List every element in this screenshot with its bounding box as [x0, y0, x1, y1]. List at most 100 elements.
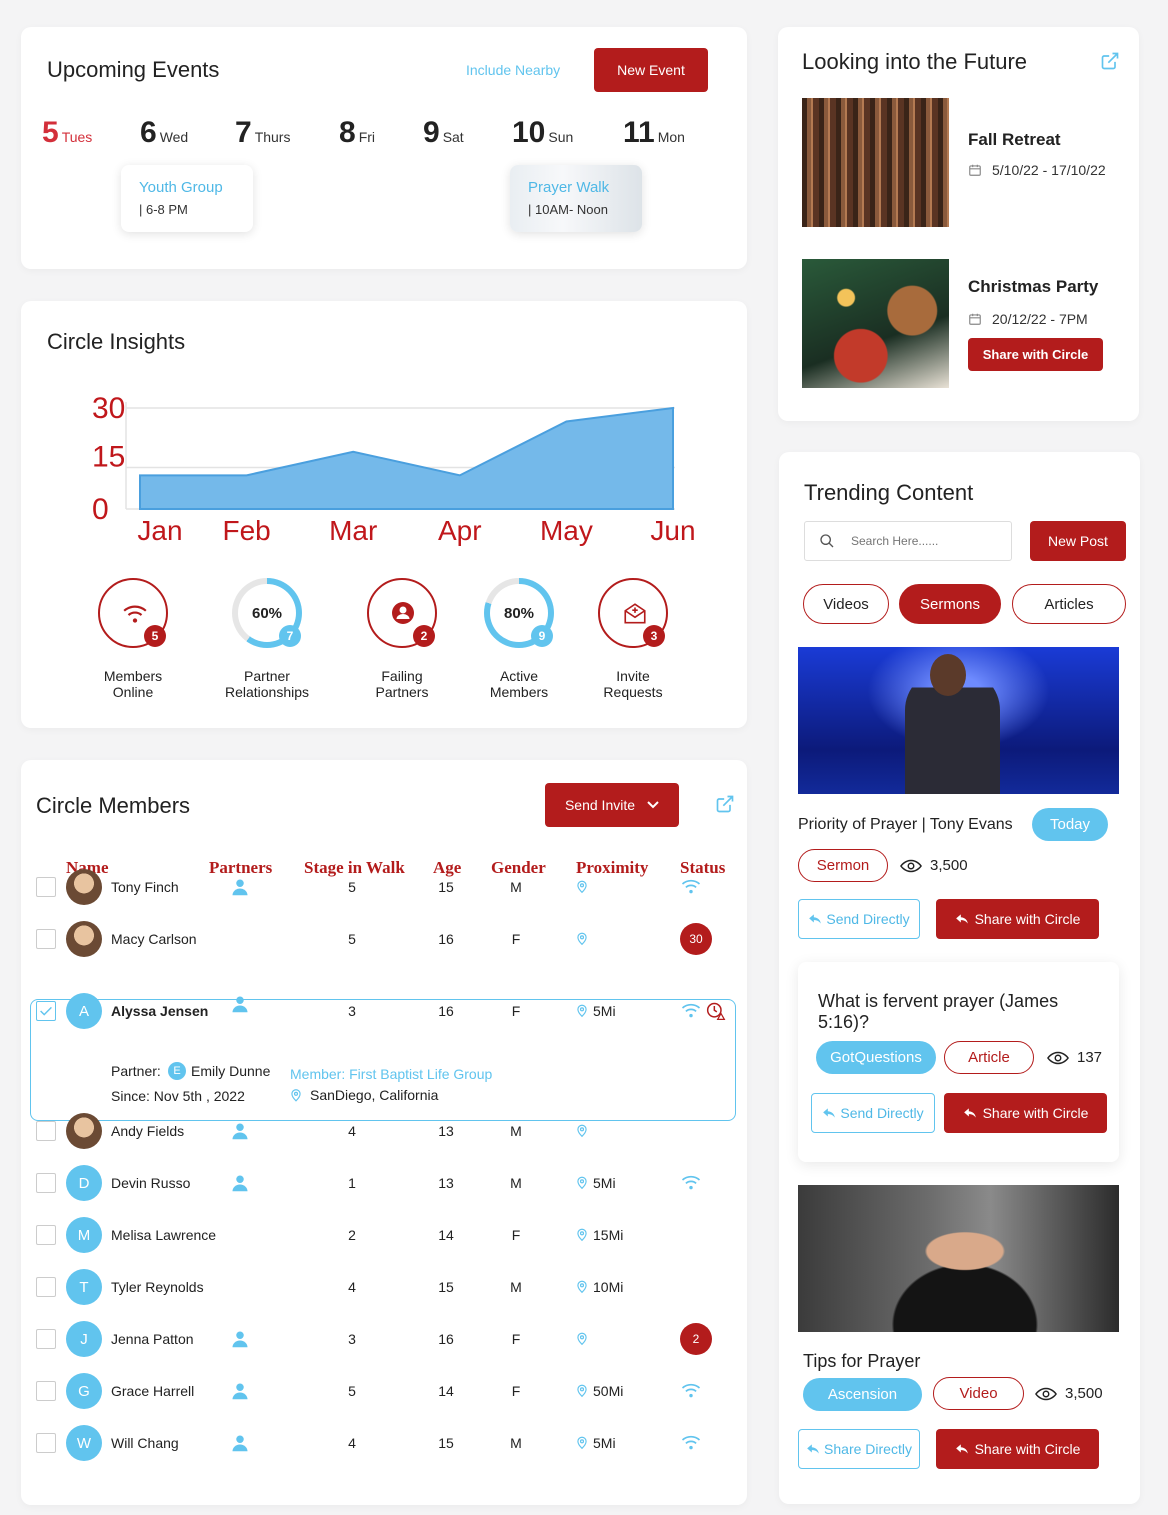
row-checkbox[interactable]	[36, 1277, 56, 1297]
christmas-share-button[interactable]: Share with Circle	[968, 338, 1103, 371]
member-row[interactable]: T Tyler Reynolds 4 15 M 10Mi	[22, 1261, 748, 1313]
event-prayer-walk[interactable]: Prayer Walk | 10AM- Noon	[510, 165, 642, 232]
status-count-badge[interactable]: 30	[680, 923, 712, 955]
fall-retreat-image[interactable]	[802, 98, 949, 227]
member-avatar[interactable]	[66, 869, 102, 905]
partner-indicator[interactable]	[231, 878, 249, 901]
trending-item-title[interactable]: What is fervent prayer (James 5:16)?	[818, 991, 1098, 1033]
trending-item-type[interactable]: Article	[944, 1041, 1034, 1074]
member-name[interactable]: Tyler Reynolds	[111, 1279, 204, 1295]
trending-item-title[interactable]: Priority of Prayer | Tony Evans	[798, 816, 1013, 834]
external-link-icon[interactable]	[1100, 51, 1120, 71]
member-avatar[interactable]: D	[66, 1165, 102, 1201]
row-checkbox[interactable]	[36, 877, 56, 897]
member-row[interactable]: W Will Chang 4 15 M 5Mi	[22, 1417, 748, 1469]
row-checkbox[interactable]	[36, 1433, 56, 1453]
member-row[interactable]: Andy Fields 4 13 M	[22, 1105, 748, 1157]
member-name[interactable]: Macy Carlson	[111, 931, 197, 947]
row-checkbox[interactable]	[36, 929, 56, 949]
event-youth-group[interactable]: Youth Group | 6-8 PM	[121, 165, 253, 232]
partner-indicator[interactable]	[231, 1174, 249, 1197]
row-checkbox[interactable]	[36, 1001, 56, 1021]
share-with-circle-button[interactable]: Share with Circle	[936, 899, 1099, 939]
member-name[interactable]: Andy Fields	[111, 1123, 184, 1139]
member-name[interactable]: Melisa Lawrence	[111, 1227, 216, 1243]
label-line: Partners	[375, 684, 429, 700]
filter-articles[interactable]: Articles	[1012, 584, 1126, 624]
row-checkbox[interactable]	[36, 1121, 56, 1141]
member-avatar[interactable]	[66, 921, 102, 957]
partner-indicator[interactable]	[231, 1122, 249, 1145]
christmas-party-title[interactable]: Christmas Party	[968, 277, 1098, 297]
member-row[interactable]: D Devin Russo 1 13 M 5Mi	[22, 1157, 748, 1209]
row-checkbox[interactable]	[36, 1381, 56, 1401]
status-alert[interactable]	[706, 1001, 726, 1026]
member-avatar[interactable]: J	[66, 1321, 102, 1357]
partner-name[interactable]: Emily Dunne	[191, 1063, 270, 1079]
row-checkbox[interactable]	[36, 1173, 56, 1193]
trending-item-type[interactable]: Sermon	[798, 849, 888, 882]
member-row[interactable]: A Alyssa Jensen 3 16 F 5Mi	[22, 985, 748, 1037]
day-10[interactable]: 10 Sun	[512, 116, 573, 150]
day-6[interactable]: 6 Wed	[140, 116, 188, 150]
christmas-party-image[interactable]	[802, 259, 949, 388]
day-9[interactable]: 9 Sat	[423, 116, 464, 150]
fall-retreat-title[interactable]: Fall Retreat	[968, 130, 1061, 150]
proximity-cell: 5Mi	[575, 1434, 616, 1451]
search-input[interactable]	[851, 534, 1001, 548]
member-name[interactable]: Grace Harrell	[111, 1383, 194, 1399]
gender-cell: F	[511, 1331, 521, 1347]
send-directly-button[interactable]: Send Directly	[811, 1093, 935, 1133]
day-7[interactable]: 7 Thurs	[235, 116, 290, 150]
video-thumbnail[interactable]	[798, 1185, 1119, 1332]
member-name[interactable]: Tony Finch	[111, 879, 179, 895]
member-row[interactable]: Macy Carlson 5 16 F 30	[22, 913, 748, 965]
member-group[interactable]: Member: First Baptist Life Group	[290, 1066, 492, 1082]
day-11[interactable]: 11 Mon	[623, 116, 685, 150]
share-with-circle-button[interactable]: Share with Circle	[944, 1093, 1107, 1133]
stage-cell: 5	[348, 931, 356, 947]
new-event-button[interactable]: New Event	[594, 48, 708, 92]
partner-indicator[interactable]	[231, 1434, 249, 1457]
row-checkbox[interactable]	[36, 1329, 56, 1349]
partner-indicator[interactable]	[231, 1382, 249, 1405]
day-name: Mon	[657, 129, 685, 145]
proximity-cell	[575, 1330, 593, 1347]
send-directly-button[interactable]: Send Directly	[798, 899, 920, 939]
status-count-badge[interactable]: 2	[680, 1323, 712, 1355]
day-8[interactable]: 8 Fri	[339, 116, 375, 150]
send-invite-button[interactable]: Send Invite	[545, 783, 679, 827]
new-post-button[interactable]: New Post	[1030, 521, 1126, 561]
member-row[interactable]: Tony Finch 5 15 M	[22, 861, 748, 913]
member-row[interactable]: M Melisa Lawrence 2 14 F 15Mi	[22, 1209, 748, 1261]
external-link-icon[interactable]	[715, 794, 735, 814]
member-avatar[interactable]: G	[66, 1373, 102, 1409]
member-avatar[interactable]: M	[66, 1217, 102, 1253]
filter-sermons[interactable]: Sermons	[899, 584, 1001, 624]
partner-since: Since: Nov 5th , 2022	[111, 1088, 245, 1104]
trending-item-title[interactable]: Tips for Prayer	[803, 1351, 920, 1372]
member-avatar[interactable]: W	[66, 1425, 102, 1461]
share-with-circle-button[interactable]: Share with Circle	[936, 1429, 1099, 1469]
filter-videos[interactable]: Videos	[803, 584, 889, 624]
share-directly-button[interactable]: Share Directly	[798, 1429, 920, 1469]
partner-indicator[interactable]	[231, 995, 249, 1018]
member-avatar[interactable]: A	[66, 993, 102, 1029]
member-name[interactable]: Alyssa Jensen	[111, 1003, 208, 1019]
day-5[interactable]: 5 Tues	[42, 116, 92, 150]
christmas-party-date: 20/12/22 - 7PM	[968, 311, 1088, 327]
member-avatar[interactable]	[66, 1113, 102, 1149]
trending-item-views: 3,500	[900, 857, 968, 874]
trending-item-type[interactable]: Video	[933, 1377, 1024, 1410]
member-avatar[interactable]: T	[66, 1269, 102, 1305]
search-box[interactable]	[804, 521, 1012, 561]
include-nearby-link[interactable]: Include Nearby	[466, 62, 560, 78]
member-row[interactable]: J Jenna Patton 3 16 F 2	[22, 1313, 748, 1365]
member-name[interactable]: Jenna Patton	[111, 1331, 194, 1347]
member-name[interactable]: Will Chang	[111, 1435, 179, 1451]
member-name[interactable]: Devin Russo	[111, 1175, 190, 1191]
partner-indicator[interactable]	[231, 1330, 249, 1353]
row-checkbox[interactable]	[36, 1225, 56, 1245]
age-cell: 15	[438, 1279, 454, 1295]
member-row[interactable]: G Grace Harrell 5 14 F 50Mi	[22, 1365, 748, 1417]
